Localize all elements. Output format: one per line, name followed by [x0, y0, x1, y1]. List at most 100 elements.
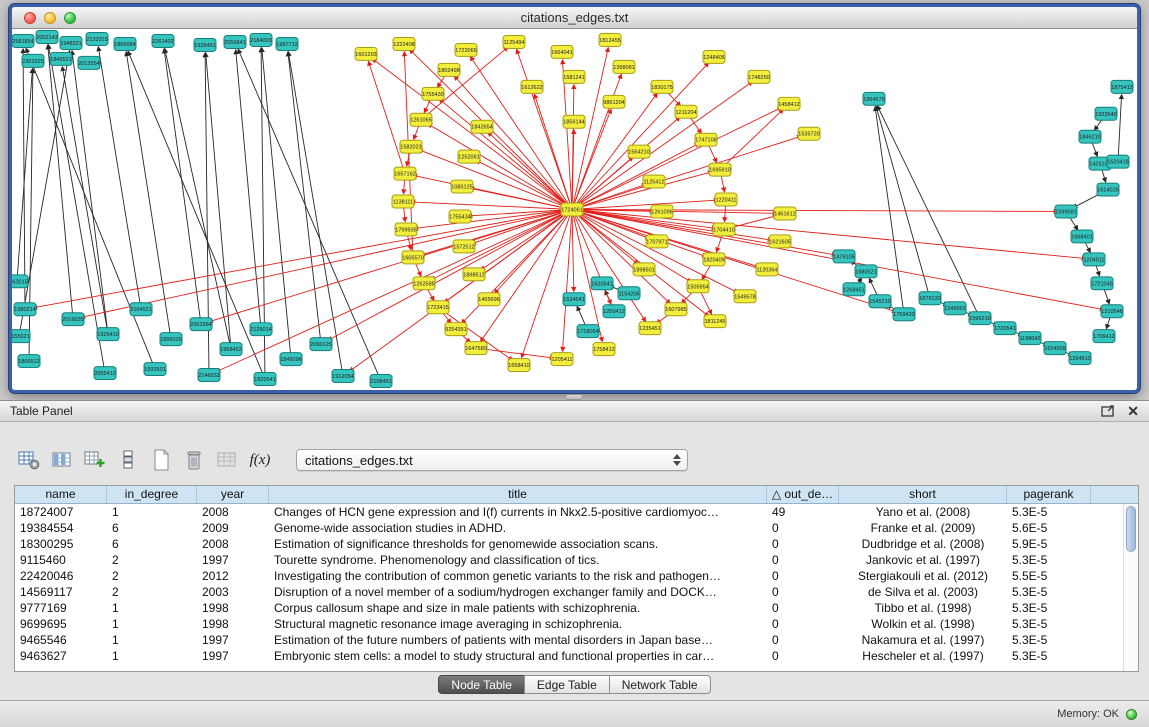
table-row[interactable]: 1872400712008Changes of HCN gene express… — [15, 504, 1123, 520]
network-node[interactable]: 1572512 — [453, 240, 475, 253]
table-row[interactable]: 946362711997Embryonic stem cells: a mode… — [15, 648, 1123, 664]
network-node[interactable]: 2146032 — [198, 369, 220, 382]
network-node[interactable]: 1668401 — [1071, 230, 1093, 243]
network-node[interactable]: 1845521 — [50, 52, 72, 65]
network-node[interactable]: 2090125 — [310, 338, 332, 351]
new-table-button[interactable] — [148, 448, 174, 472]
table-row[interactable]: 1830029562008Estimation of significance … — [15, 536, 1123, 552]
network-node[interactable]: 1695910 — [709, 163, 731, 176]
network-node[interactable]: 1458412 — [778, 97, 800, 110]
network-node[interactable]: 1125494 — [503, 35, 525, 48]
network-node[interactable]: 1210546 — [1101, 305, 1123, 318]
tab-edge-table[interactable]: Edge Table — [524, 675, 610, 694]
network-node[interactable]: 1759420 — [893, 308, 915, 321]
table-row[interactable]: 911546021997Tourette syndrome. Phenomeno… — [15, 552, 1123, 568]
window-close-button[interactable] — [24, 12, 36, 24]
network-node[interactable]: 2581854 — [12, 34, 34, 47]
network-node[interactable]: 1845096 — [280, 353, 302, 366]
network-node[interactable]: 1479105 — [833, 250, 855, 263]
window-zoom-button[interactable] — [64, 12, 76, 24]
network-node[interactable]: 1664041 — [551, 45, 573, 58]
network-node[interactable]: 1549578 — [734, 290, 756, 303]
network-node[interactable]: 1912054 — [332, 370, 354, 383]
network-node[interactable]: 1596210 — [969, 312, 991, 325]
network-node[interactable]: 1138111 — [392, 195, 414, 208]
network-node[interactable]: 1564210 — [628, 145, 650, 158]
network-node[interactable]: 2301025 — [22, 54, 44, 67]
network-node[interactable]: 1520418 — [1107, 155, 1129, 168]
network-node[interactable]: 2261402 — [152, 34, 174, 47]
network-node[interactable]: 1842654 — [471, 120, 493, 133]
network-node[interactable]: 1248405 — [703, 50, 725, 63]
network-node[interactable]: 1621605 — [769, 235, 791, 248]
network-node[interactable]: 2002143 — [36, 30, 58, 43]
network-node[interactable]: 1620541 — [591, 277, 613, 290]
network-node[interactable]: 2133315 — [86, 32, 108, 45]
network-node[interactable]: 1204511 — [1083, 253, 1105, 266]
network-node[interactable]: 1601203 — [355, 47, 377, 60]
network-node[interactable]: 1706412 — [1093, 330, 1115, 343]
network-node[interactable]: 1968452 — [220, 343, 242, 356]
network-node[interactable]: 1724061 — [561, 203, 583, 216]
network-node[interactable]: 1154206 — [618, 287, 640, 300]
network-node[interactable]: 1928451 — [194, 38, 216, 51]
tab-node-table[interactable]: Node Table — [438, 675, 525, 694]
network-view[interactable]: 1724061180249817554301261065158202316571… — [12, 30, 1137, 390]
network-node[interactable]: 1198042 — [1019, 332, 1041, 345]
network-node[interactable]: 2184003 — [250, 33, 272, 46]
network-node[interactable]: 2108451 — [370, 375, 392, 388]
network-node[interactable]: 2104521 — [130, 303, 152, 316]
network-node[interactable]: 1245062 — [944, 302, 966, 315]
network-node[interactable]: 1261065 — [410, 113, 432, 126]
network-node[interactable]: 1898512 — [463, 268, 485, 281]
network-node[interactable]: 1211204 — [675, 105, 697, 118]
network-node[interactable]: 1925410 — [97, 328, 119, 341]
network-node[interactable]: 1755434 — [449, 210, 471, 223]
network-node[interactable]: 1720541 — [994, 322, 1016, 335]
network-node[interactable]: 1758412 — [593, 343, 615, 356]
network-node[interactable]: 1261096 — [651, 205, 673, 218]
network-node[interactable]: 1545210 — [869, 295, 891, 308]
network-node[interactable]: 9254351 — [445, 323, 467, 336]
network-node[interactable]: 1398081 — [613, 60, 635, 73]
network-node[interactable]: 1085125 — [451, 180, 473, 193]
network-node[interactable]: 1220411 — [715, 193, 737, 206]
network-node[interactable]: 1607985 — [665, 303, 687, 316]
network-node[interactable]: 1461612 — [774, 207, 796, 220]
network-node[interactable]: 1222408 — [393, 37, 415, 50]
network-node[interactable]: 1718054 — [577, 325, 599, 338]
network-node[interactable]: 2063015 — [12, 275, 28, 288]
network-node[interactable]: 1846210 — [1079, 130, 1101, 143]
network-node[interactable]: 1799935 — [395, 223, 417, 236]
network-node[interactable]: 1980214 — [14, 303, 36, 316]
network-node[interactable]: 2016035 — [62, 313, 84, 326]
close-panel-icon[interactable]: ✕ — [1127, 404, 1139, 418]
network-node[interactable]: 1252061 — [458, 150, 480, 163]
column-header-year[interactable]: year — [197, 486, 269, 503]
table-row[interactable]: 1938455462009Genome-wide association stu… — [15, 520, 1123, 536]
column-header-pagerank[interactable]: pagerank — [1007, 486, 1091, 503]
network-node[interactable]: 2055412 — [94, 367, 116, 380]
network-node[interactable]: 1465696 — [478, 293, 500, 306]
network-node[interactable]: 1599581 — [1055, 205, 1077, 218]
network-node[interactable]: 1658410 — [508, 359, 530, 372]
show-columns-button[interactable] — [49, 448, 75, 472]
network-node[interactable]: 1875412 — [1111, 80, 1133, 93]
network-node[interactable]: 1812455 — [599, 33, 621, 46]
network-node[interactable]: 1964579 — [863, 92, 885, 105]
network-node[interactable]: 2155021 — [12, 330, 30, 343]
network-node[interactable]: 1262585 — [413, 277, 435, 290]
network-node[interactable]: 2012554 — [78, 56, 100, 69]
network-node[interactable]: 1581241 — [563, 70, 585, 83]
network-node[interactable]: 1748250 — [748, 70, 770, 83]
network-node[interactable]: 1820541 — [254, 373, 276, 386]
network-node[interactable]: 1865084 — [114, 37, 136, 50]
network-node[interactable]: 1755430 — [422, 87, 444, 100]
function-builder-button[interactable]: f(x) — [247, 448, 273, 472]
network-node[interactable]: 1624509 — [1044, 342, 1066, 355]
network-node[interactable]: 1948321 — [60, 36, 82, 49]
network-node[interactable]: 1535720 — [798, 127, 820, 140]
network-node[interactable]: 1747106 — [695, 133, 717, 146]
network-node[interactable]: 1605570 — [402, 251, 424, 264]
network-node[interactable]: 1614025 — [1097, 183, 1119, 196]
